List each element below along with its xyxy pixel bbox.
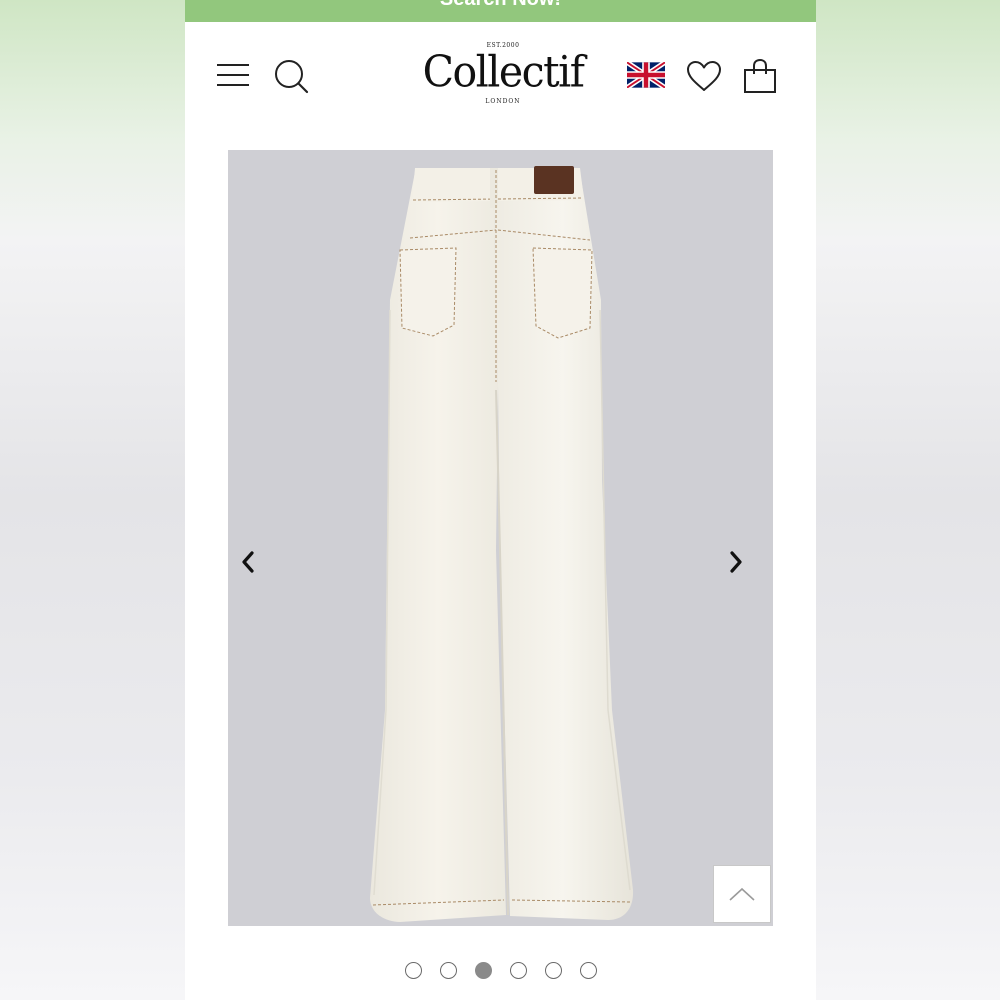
gallery-dot-5[interactable] (544, 962, 562, 979)
uk-flag-icon (625, 60, 667, 90)
cart-button[interactable] (743, 58, 777, 94)
logo-location-text: LONDON (485, 98, 521, 105)
menu-icon (217, 64, 249, 86)
background-blur-left (0, 0, 185, 1000)
promo-banner[interactable]: Search Now! (185, 0, 816, 22)
promo-banner-text[interactable]: Search Now! (185, 0, 816, 11)
gallery-pagination (185, 962, 816, 982)
shopping-bag-icon (744, 58, 776, 93)
search-button[interactable] (273, 58, 309, 94)
chevron-right-icon (730, 551, 742, 573)
gallery-dot-6[interactable] (579, 962, 597, 979)
mobile-page: Search Now! EST.2000 Collectif LONDON (185, 0, 816, 1000)
back-to-top-button[interactable] (713, 865, 771, 923)
menu-button[interactable] (216, 62, 250, 88)
wishlist-button[interactable] (686, 60, 722, 92)
gallery-dot-4[interactable] (509, 962, 527, 979)
chevron-left-icon (242, 551, 254, 573)
gallery-dot-2[interactable] (439, 962, 457, 979)
logo-wordmark: Collectif (422, 46, 585, 98)
gallery-dot-1[interactable] (404, 962, 422, 979)
chevron-up-icon (729, 887, 755, 901)
background-blur-right (815, 0, 1000, 1000)
search-icon (275, 60, 309, 94)
product-image-gallery[interactable] (228, 150, 773, 926)
collectif-logo[interactable]: EST.2000 Collectif LONDON (403, 36, 603, 112)
previous-image-button[interactable] (240, 550, 270, 580)
product-image (370, 166, 634, 922)
region-selector[interactable] (625, 60, 667, 90)
heart-icon (687, 61, 721, 91)
gallery-dot-3[interactable] (474, 962, 492, 979)
next-image-button[interactable] (728, 550, 758, 580)
